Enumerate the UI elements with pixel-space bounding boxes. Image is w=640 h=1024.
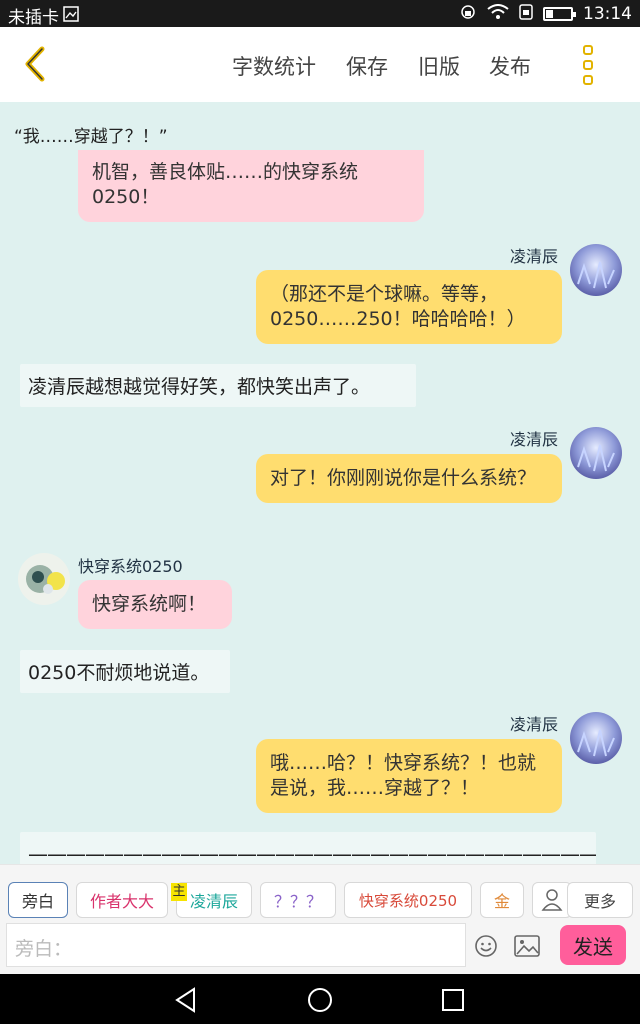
avatar-lingqingchen[interactable] — [570, 712, 622, 764]
save-button[interactable]: 保存 — [346, 51, 388, 81]
input-bar: 旁白： 发送 — [0, 920, 640, 974]
sim-icon — [519, 4, 533, 24]
more-roles-button[interactable]: 更多 — [567, 882, 633, 918]
speaker-name: 凌清辰 — [510, 247, 559, 266]
role-chip-system-0250[interactable]: 快穿系统0250 — [344, 882, 472, 918]
avatar-lingqingchen[interactable] — [570, 244, 622, 296]
more-menu-button[interactable] — [578, 45, 598, 85]
publish-button[interactable]: 发布 — [489, 51, 531, 81]
wifi-icon — [487, 4, 509, 24]
main-role-badge: 主 — [171, 883, 187, 901]
square-recents-icon — [442, 989, 464, 1011]
person-icon — [541, 889, 563, 911]
message-bubble-system[interactable]: 机智，善良体贴……的快穿系统0250！ — [78, 150, 424, 222]
circle-home-icon — [308, 988, 332, 1012]
speaker-name: 凌清辰 — [510, 715, 559, 734]
role-selector-bar: 旁白 作者大大 凌清辰 主 ？？？ 快穿系统0250 金 更多 — [0, 864, 640, 920]
triangle-back-icon — [175, 987, 195, 1013]
menu-dot-icon — [583, 60, 593, 70]
role-chip-narrator[interactable]: 旁白 — [8, 882, 68, 918]
carrier-label: 未插卡 — [8, 8, 59, 28]
add-role-button[interactable] — [532, 882, 572, 918]
nav-back-button[interactable] — [172, 986, 200, 1018]
message-bubble-lingqingchen[interactable]: （那还不是个球嘛。等等，0250……250！哈哈哈哈！） — [256, 270, 562, 344]
clock: 13:14 — [583, 4, 632, 24]
narration[interactable]: 0250不耐烦地说道。 — [20, 650, 230, 693]
menu-dot-icon — [583, 75, 593, 85]
narration[interactable]: 凌清辰越想越觉得好笑，都快笑出声了。 — [20, 364, 416, 407]
back-button[interactable] — [18, 45, 54, 83]
role-chip-unknown[interactable]: ？？？ — [260, 882, 336, 918]
role-chip-lingqingchen[interactable]: 凌清辰 — [176, 882, 252, 918]
smiley-icon — [475, 935, 497, 957]
old-version-button[interactable]: 旧版 — [418, 51, 460, 81]
image-icon — [514, 935, 540, 957]
menu-dot-icon — [583, 45, 593, 55]
image-notification-icon — [63, 5, 79, 26]
message-bubble-lingqingchen[interactable]: 哦……哈？！快穿系统？！也就是说，我……穿越了？！ — [256, 739, 562, 813]
battery-icon — [543, 7, 576, 21]
system-nav-bar — [0, 974, 640, 1024]
send-button[interactable]: 发送 — [560, 925, 626, 965]
nav-recents-button[interactable] — [440, 987, 466, 1017]
narration-top: “我……穿越了？！” — [14, 127, 168, 147]
chat-area[interactable]: “我……穿越了？！” 机智，善良体贴……的快穿系统0250！ 凌清辰 （那还不是… — [0, 102, 640, 864]
role-chip-author[interactable]: 作者大大 — [76, 882, 168, 918]
message-bubble-lingqingchen[interactable]: 对了！你刚刚说你是什么系统？ — [256, 454, 562, 503]
emoji-button[interactable] — [474, 934, 498, 962]
avatar-system-0250[interactable] — [18, 553, 70, 605]
divider-narration[interactable]: ——————————————————————————————————— — [20, 832, 596, 864]
image-button[interactable] — [514, 934, 540, 962]
role-chip-jin[interactable]: 金 — [480, 882, 524, 918]
top-toolbar: 字数统计 保存 旧版 发布 — [0, 27, 640, 102]
speaker-name: 凌清辰 — [510, 430, 559, 449]
speaker-name: 快穿系统0250 — [78, 557, 183, 576]
word-count-button[interactable]: 字数统计 — [232, 51, 316, 81]
chevron-left-icon — [25, 46, 45, 82]
rotation-lock-icon — [459, 3, 477, 25]
message-bubble-system[interactable]: 快穿系统啊！ — [78, 580, 232, 629]
status-bar: 未插卡 13:14 — [0, 0, 640, 28]
nav-home-button[interactable] — [306, 986, 334, 1018]
avatar-lingqingchen[interactable] — [570, 427, 622, 479]
message-input[interactable]: 旁白： — [6, 923, 466, 967]
